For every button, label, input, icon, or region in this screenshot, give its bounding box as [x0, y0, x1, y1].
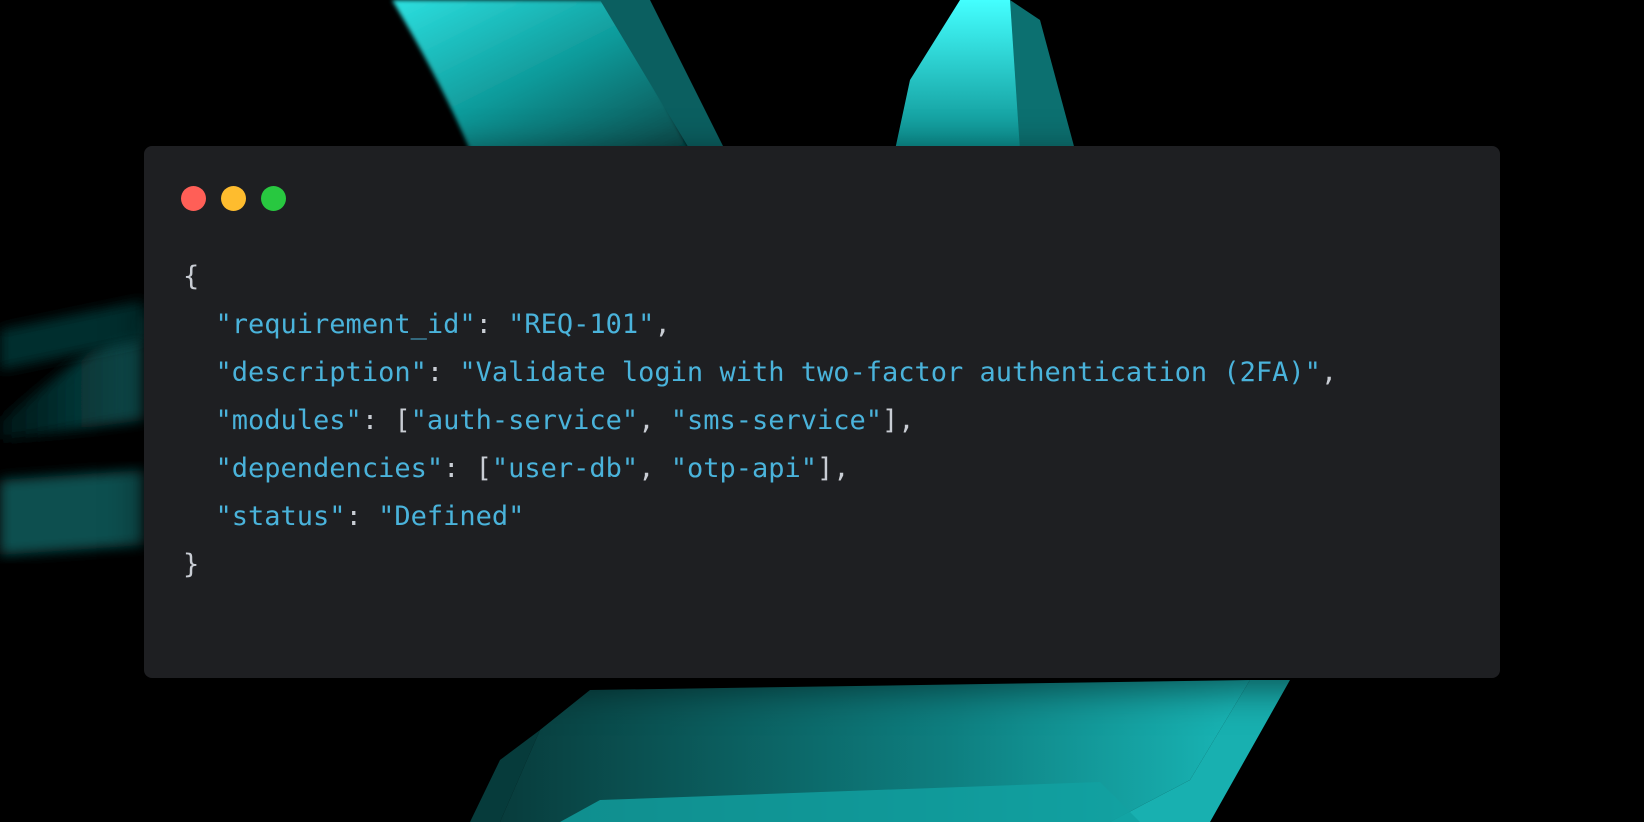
json-value: "Defined"	[378, 501, 525, 532]
minimize-button[interactable]	[221, 186, 246, 211]
code-line-dependencies: "dependencies": ["user-db", "otp-api"],	[215, 453, 850, 484]
code-line-requirement-id: "requirement_id": "REQ-101",	[215, 309, 671, 340]
close-button[interactable]	[181, 186, 206, 211]
json-key: "dependencies"	[215, 453, 444, 484]
close-brace: }	[183, 549, 200, 580]
json-value: "Validate login with two-factor authenti…	[459, 357, 1321, 388]
json-array-item: "otp-api"	[670, 453, 818, 484]
zoom-button[interactable]	[261, 186, 286, 211]
code-line: {	[183, 253, 1337, 301]
open-brace: {	[183, 261, 200, 292]
json-key: "status"	[215, 501, 346, 532]
json-punct: ,	[898, 405, 915, 436]
json-key: "modules"	[215, 405, 362, 436]
code-line: }	[183, 541, 1337, 589]
code-line-modules: "modules": ["auth-service", "sms-service…	[215, 405, 915, 436]
code-window: { "requirement_id": "REQ-101", "descript…	[144, 146, 1500, 678]
json-key: "requirement_id"	[215, 309, 476, 340]
json-array-item: "auth-service"	[410, 405, 639, 436]
json-array-item: "user-db"	[491, 453, 639, 484]
code-line-status: "status": "Defined"	[215, 501, 525, 532]
json-punct: ,	[833, 453, 850, 484]
json-array-item: "sms-service"	[670, 405, 883, 436]
json-key: "description"	[215, 357, 427, 388]
json-punct: ,	[654, 309, 671, 340]
window-controls	[181, 186, 286, 211]
json-value: "REQ-101"	[508, 309, 655, 340]
json-punct: ,	[1320, 357, 1338, 388]
code-line-description: "description": "Validate login with two-…	[215, 357, 1338, 388]
json-code-block: { "requirement_id": "REQ-101", "descript…	[183, 253, 1337, 589]
